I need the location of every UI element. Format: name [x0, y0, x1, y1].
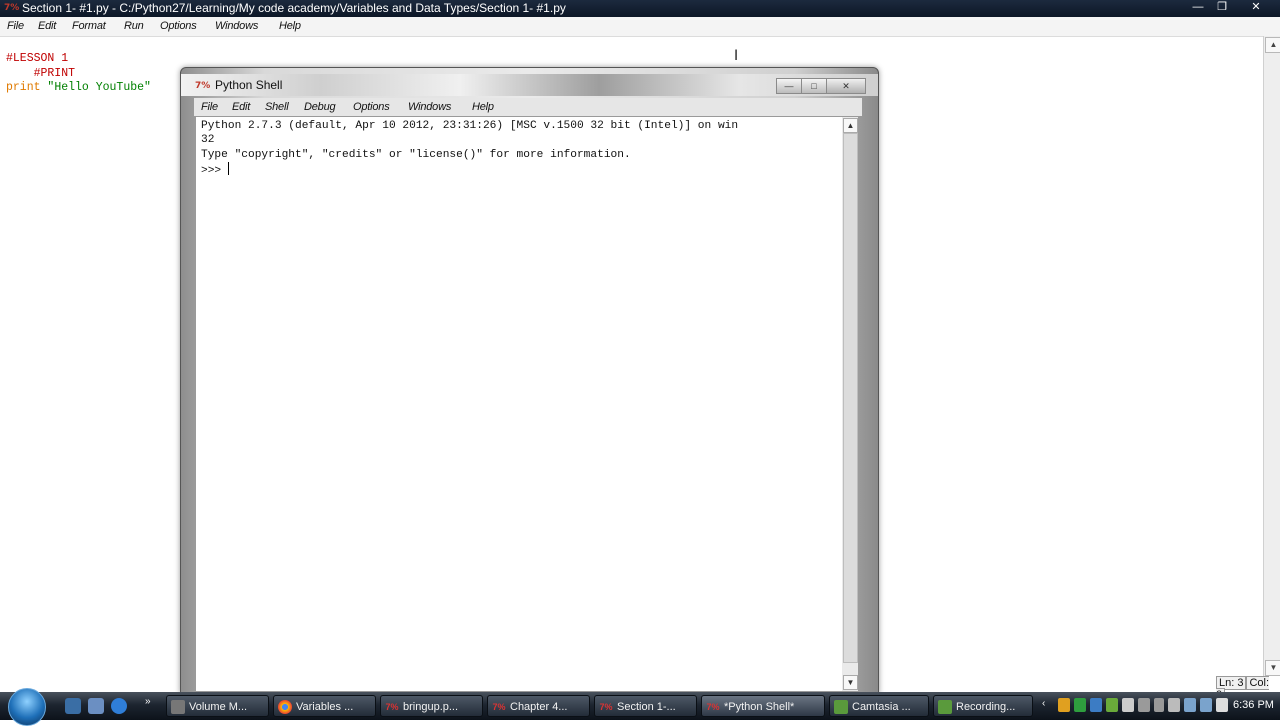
window-switcher-icon[interactable]: [88, 698, 104, 714]
menu-edit[interactable]: Edit: [38, 17, 56, 36]
taskbar-button-bringup[interactable]: 7% bringup.p...: [380, 695, 483, 717]
scroll-down-icon[interactable]: ▼: [1265, 660, 1280, 676]
menu-windows[interactable]: Windows: [215, 17, 258, 36]
text-cursor-icon: I: [734, 48, 739, 64]
editor-window-title: Section 1- #1.py - C:/Python27/Learning/…: [22, 1, 566, 15]
chevron-left-icon[interactable]: ‹: [1042, 698, 1054, 712]
scroll-up-icon[interactable]: ▲: [843, 118, 858, 133]
code-line-1: #LESSON 1: [6, 52, 69, 65]
shell-close-button[interactable]: ✕: [826, 78, 866, 94]
close-button[interactable]: ✕: [1244, 0, 1268, 15]
tray-app-icon[interactable]: [1216, 698, 1228, 712]
editor-scrollbar[interactable]: ▲ ▼: [1263, 36, 1280, 676]
shell-menu-shell[interactable]: Shell: [265, 98, 289, 116]
shell-menu-options[interactable]: Options: [353, 98, 390, 116]
shell-banner-line: 32: [201, 134, 215, 147]
editor-code-area[interactable]: #LESSON 1 #PRINT print "Hello YouTube": [6, 52, 151, 96]
menu-options[interactable]: Options: [160, 17, 197, 36]
python-shell-window[interactable]: 7% Python Shell — □ ✕ File Edit Shell Debu…: [180, 67, 879, 694]
shell-menu-help[interactable]: Help: [472, 98, 494, 116]
volume-icon[interactable]: [1168, 698, 1180, 712]
code-keyword-print: print: [6, 81, 41, 94]
menu-run[interactable]: Run: [124, 17, 144, 36]
shell-maximize-button[interactable]: □: [801, 78, 827, 94]
python-idle-icon: 7%: [195, 81, 211, 91]
clock[interactable]: 6:36 PM: [1233, 699, 1274, 711]
code-line-2: #PRINT: [6, 66, 76, 80]
shell-titlebar[interactable]: 7% Python Shell — □ ✕: [181, 74, 878, 96]
text-caret: [227, 161, 229, 175]
shell-minimize-button[interactable]: —: [776, 78, 802, 94]
scroll-down-icon[interactable]: ▼: [843, 675, 858, 690]
editor-menubar: File Edit Format Run Options Windows Hel…: [0, 17, 1280, 37]
minimize-button[interactable]: —: [1186, 0, 1210, 15]
python-icon: 7%: [706, 702, 720, 712]
taskbar-button-section1[interactable]: 7% Section 1-...: [594, 695, 697, 717]
chrome-icon: [278, 700, 292, 714]
warning-icon[interactable]: [1058, 698, 1070, 712]
shell-banner-line: Python 2.7.3 (default, Apr 10 2012, 23:3…: [201, 120, 739, 132]
shell-menu-file[interactable]: File: [201, 98, 218, 116]
connection-icon[interactable]: [1200, 698, 1212, 712]
python-icon: 7%: [599, 702, 613, 712]
taskbar-button-volume[interactable]: Volume M...: [166, 695, 269, 717]
camtasia-icon: [834, 700, 848, 714]
shell-prompt: >>>: [201, 164, 228, 177]
taskbar-button-recording[interactable]: Recording...: [933, 695, 1033, 717]
camtasia-icon: [938, 700, 952, 714]
editor-titlebar: 7% Section 1- #1.py - C:/Python27/Learni…: [0, 0, 1280, 17]
code-string: "Hello YouTube": [40, 81, 151, 94]
taskbar-button-python-shell[interactable]: 7% *Python Shell*: [701, 695, 825, 717]
shell-window-buttons: — □ ✕: [776, 76, 866, 94]
battery-icon[interactable]: [1154, 698, 1164, 712]
show-desktop-icon[interactable]: [65, 698, 81, 714]
shell-window-title: Python Shell: [215, 78, 283, 92]
tray-app-icon[interactable]: [1138, 698, 1150, 712]
taskbar: » Volume M... Variables ... 7% bringup.p…: [0, 688, 1280, 726]
taskbar-button-chapter4[interactable]: 7% Chapter 4...: [487, 695, 590, 717]
update-icon[interactable]: [1106, 698, 1118, 712]
shell-text-area[interactable]: Python 2.7.3 (default, Apr 10 2012, 23:3…: [195, 116, 843, 692]
scroll-up-icon[interactable]: ▲: [1265, 37, 1280, 53]
python-idle-icon: 7%: [4, 3, 20, 13]
menu-file[interactable]: File: [7, 17, 24, 36]
shell-info-line: Type "copyright", "credits" or "license(…: [201, 148, 631, 161]
python-icon: 7%: [385, 702, 399, 712]
chevron-right-icon[interactable]: »: [145, 696, 151, 707]
shell-menu-windows[interactable]: Windows: [408, 98, 451, 116]
scroll-thumb[interactable]: [843, 133, 858, 663]
check-icon[interactable]: [1074, 698, 1086, 712]
python-icon: 7%: [492, 702, 506, 712]
restore-button[interactable]: ❐: [1210, 0, 1234, 15]
taskbar-button-chrome[interactable]: Variables ...: [273, 695, 376, 717]
menu-help[interactable]: Help: [279, 17, 301, 36]
tray-app-icon[interactable]: [1122, 698, 1134, 712]
taskbar-button-camtasia[interactable]: Camtasia ...: [829, 695, 929, 717]
internet-explorer-icon[interactable]: [111, 698, 127, 714]
shell-menu-debug[interactable]: Debug: [304, 98, 336, 116]
shell-menu-edit[interactable]: Edit: [232, 98, 250, 116]
start-button[interactable]: [8, 688, 46, 726]
network-icon[interactable]: [1090, 698, 1102, 712]
shell-menubar: File Edit Shell Debug Options Windows He…: [194, 98, 862, 116]
network-status-icon[interactable]: [1184, 698, 1196, 712]
speaker-icon: [171, 700, 185, 714]
menu-format[interactable]: Format: [72, 17, 106, 36]
shell-scrollbar[interactable]: ▲ ▼: [842, 116, 859, 692]
